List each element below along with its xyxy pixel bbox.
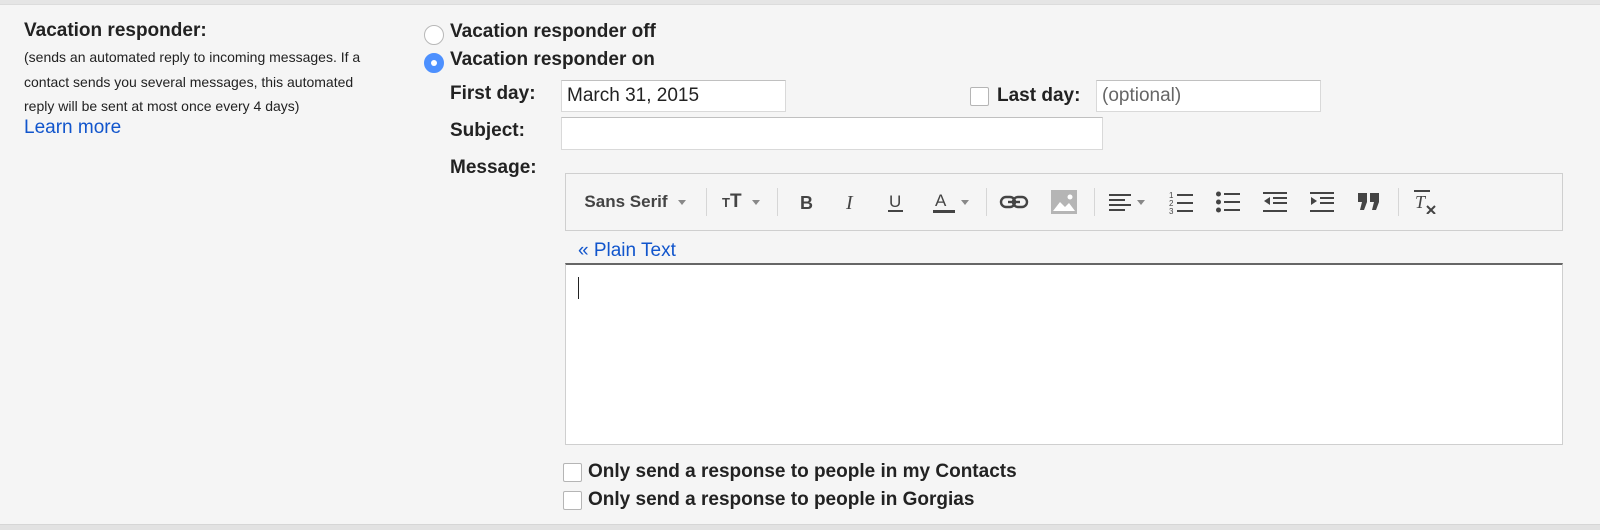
last-day-input[interactable]: (optional) xyxy=(1096,80,1321,112)
numbered-list-icon: 123 xyxy=(1169,191,1193,214)
svg-text:I: I xyxy=(845,192,854,212)
align-icon xyxy=(1109,194,1131,211)
text-size-icon: TT xyxy=(722,190,746,215)
svg-text:A: A xyxy=(935,191,947,210)
learn-more-link[interactable]: Learn more xyxy=(24,117,121,139)
domain-only-checkbox[interactable] xyxy=(563,491,582,510)
indent-less-button[interactable] xyxy=(1253,174,1297,230)
indent-more-icon xyxy=(1310,192,1334,212)
plain-text-link[interactable]: « Plain Text xyxy=(578,240,676,262)
text-cursor xyxy=(578,277,579,299)
subject-input[interactable] xyxy=(561,117,1103,150)
chevron-down-icon xyxy=(752,199,760,205)
bold-icon: B xyxy=(800,193,813,212)
remove-formatting-button[interactable]: T xyxy=(1403,174,1447,230)
responder-on-radio[interactable] xyxy=(424,53,444,73)
responder-off-label: Vacation responder off xyxy=(450,21,656,42)
text-color-icon: A xyxy=(932,191,955,213)
image-icon xyxy=(1051,190,1077,214)
contacts-only-label: Only send a response to people in my Con… xyxy=(588,461,1017,482)
chevron-down-icon xyxy=(1137,199,1145,205)
first-day-input[interactable]: March 31, 2015 xyxy=(561,80,786,112)
link-button[interactable] xyxy=(991,174,1037,230)
toolbar-divider xyxy=(1094,188,1095,216)
toolbar-divider xyxy=(706,188,707,216)
responder-off-radio[interactable] xyxy=(424,25,444,45)
svg-text:U: U xyxy=(889,192,901,211)
quote-icon xyxy=(1358,193,1379,210)
chevron-down-icon xyxy=(960,199,969,205)
responder-on-label: Vacation responder on xyxy=(450,49,655,70)
bulleted-list-button[interactable] xyxy=(1206,174,1250,230)
section-title: Vacation responder: xyxy=(24,20,207,41)
message-label: Message: xyxy=(450,157,537,178)
svg-text:B: B xyxy=(800,193,813,212)
last-day-checkbox[interactable] xyxy=(970,87,989,106)
responder-on-option[interactable]: Vacation responder on xyxy=(424,49,655,73)
bulleted-list-icon xyxy=(1216,191,1240,213)
contacts-only-checkbox[interactable] xyxy=(563,463,582,482)
toolbar-divider xyxy=(777,188,778,216)
svg-text:T: T xyxy=(1415,192,1427,212)
text-color-button[interactable]: A xyxy=(921,174,979,230)
remove-formatting-icon: T xyxy=(1414,190,1436,214)
quote-button[interactable] xyxy=(1347,174,1391,230)
last-day-label: Last day: xyxy=(997,85,1081,106)
first-day-label: First day: xyxy=(450,83,536,104)
responder-off-option[interactable]: Vacation responder off xyxy=(424,21,656,45)
message-editor[interactable] xyxy=(565,263,1563,445)
underline-button[interactable]: U xyxy=(876,174,916,230)
font-family-label: Sans Serif xyxy=(584,192,668,211)
toolbar-divider xyxy=(1398,188,1399,216)
subject-label: Subject: xyxy=(450,120,525,141)
svg-text:T: T xyxy=(730,191,742,210)
underline-icon: U xyxy=(888,192,903,212)
indent-less-icon xyxy=(1263,192,1287,212)
text-size-button[interactable]: TT xyxy=(716,174,766,230)
indent-more-button[interactable] xyxy=(1300,174,1344,230)
insert-image-button[interactable] xyxy=(1041,174,1087,230)
svg-text:T: T xyxy=(722,195,730,210)
italic-icon: I xyxy=(845,192,854,212)
font-family-select[interactable]: Sans Serif xyxy=(576,174,694,230)
toolbar-divider xyxy=(986,188,987,216)
chevron-down-icon xyxy=(677,199,686,205)
svg-text:3: 3 xyxy=(1169,207,1174,214)
section-description: (sends an automated reply to incoming me… xyxy=(24,49,361,114)
align-button[interactable] xyxy=(1099,174,1155,230)
bottom-divider xyxy=(0,524,1600,530)
formatting-toolbar: Sans Serif TT B I U A 123 T xyxy=(565,173,1563,231)
domain-only-label: Only send a response to people in Gorgia… xyxy=(588,489,975,510)
numbered-list-button[interactable]: 123 xyxy=(1159,174,1203,230)
link-icon xyxy=(999,195,1029,209)
top-divider xyxy=(0,0,1600,5)
bold-button[interactable]: B xyxy=(786,174,826,230)
italic-button[interactable]: I xyxy=(831,174,871,230)
